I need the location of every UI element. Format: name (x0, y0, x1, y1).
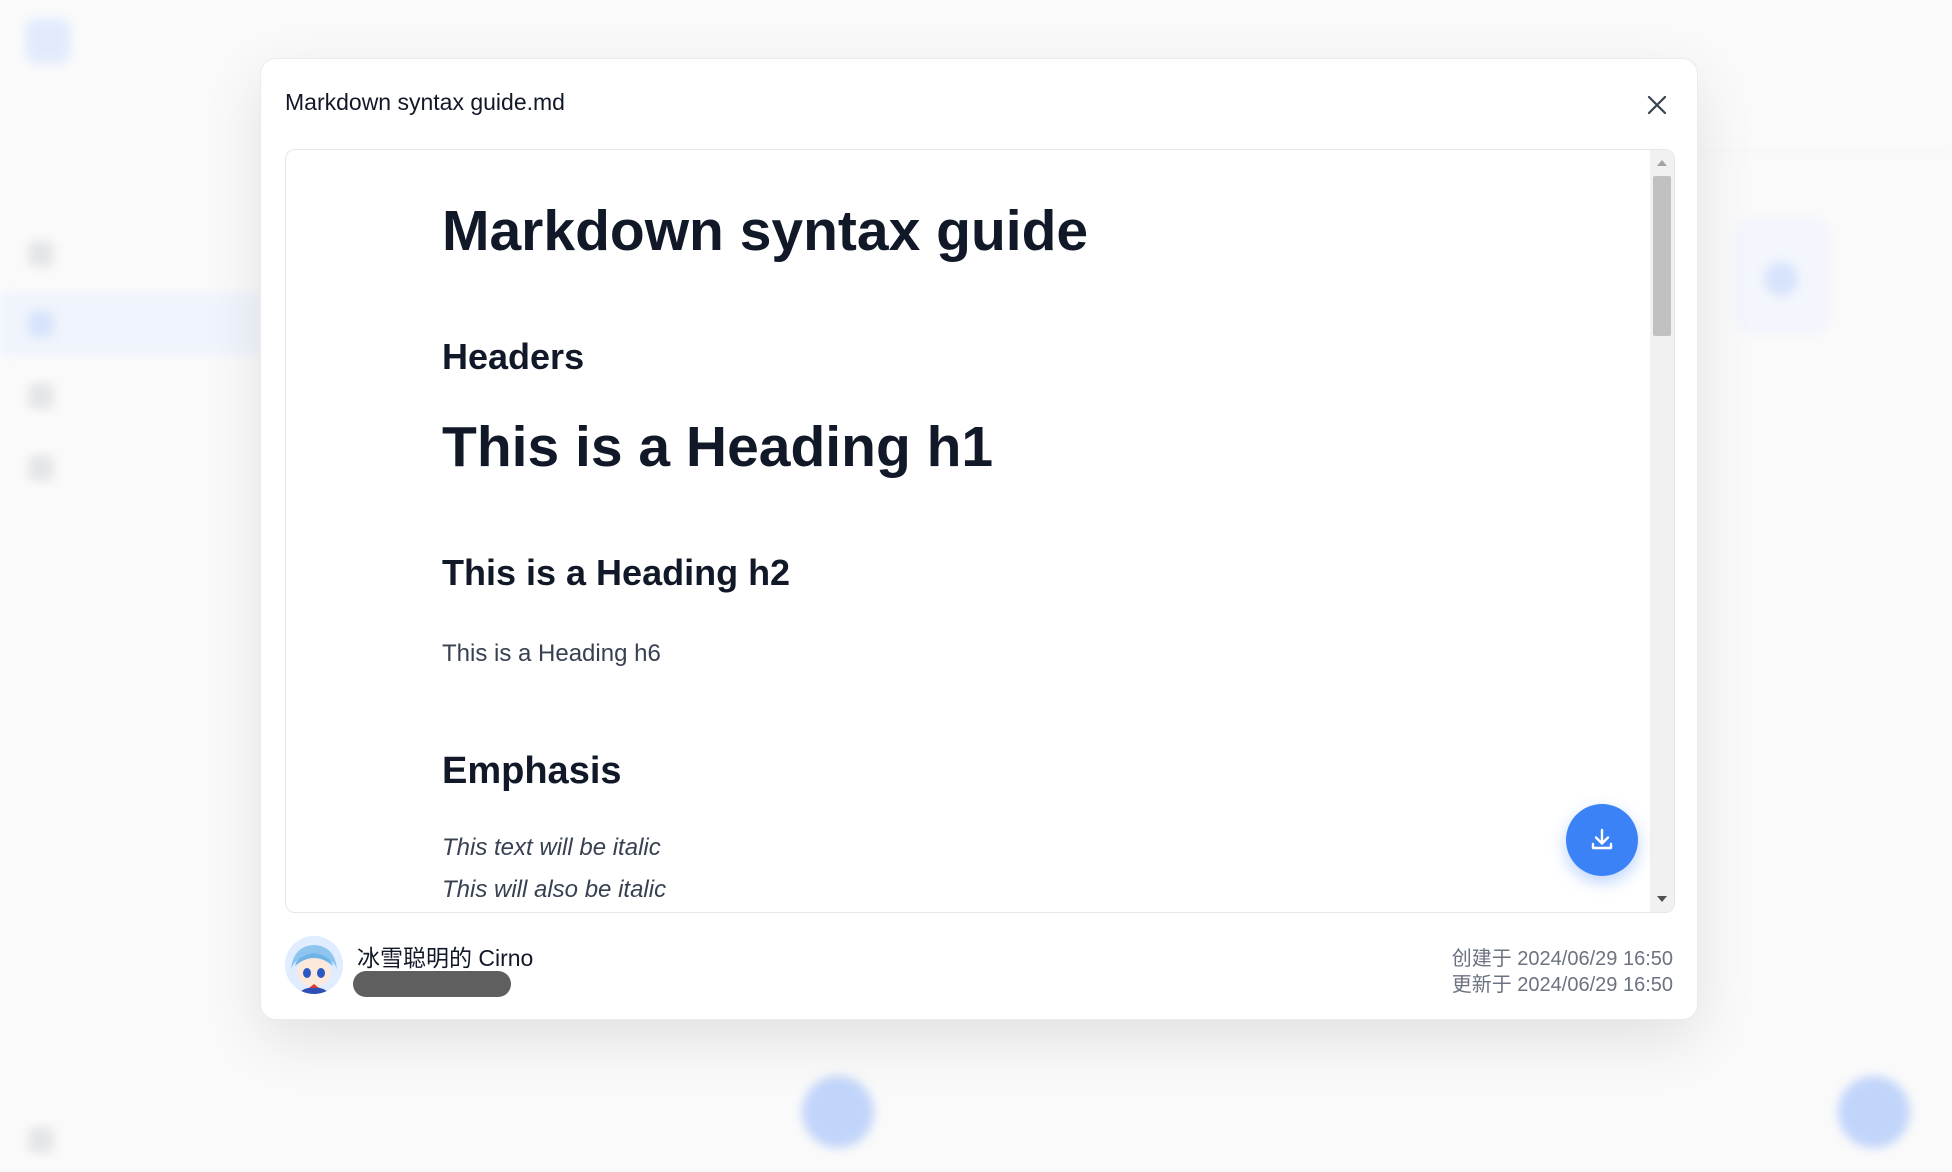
bg-sidebar-item-4 (0, 436, 260, 500)
scroll-down-arrow-icon[interactable] (1650, 888, 1674, 910)
section-headers: Headers (442, 336, 585, 377)
updated-time: 更新于 2024/06/29 16:50 (1451, 974, 1673, 996)
download-icon (1591, 828, 1613, 850)
vertical-scrollbar[interactable] (1650, 150, 1674, 912)
section-emphasis: Emphasis (442, 750, 622, 792)
modal-title: Markdown syntax guide.md (285, 89, 565, 115)
bg-fab-right (1838, 1076, 1910, 1148)
bg-sidebar-item-3 (0, 364, 260, 428)
bg-sidebar-item-bottom (0, 1108, 260, 1172)
created-time: 创建于 2024/06/29 16:50 (1451, 948, 1673, 970)
close-icon (1647, 95, 1667, 115)
heading-h1: This is a Heading h1 (442, 415, 994, 479)
close-button[interactable] (1637, 85, 1677, 125)
italic-text-2: This will also be italic (442, 876, 667, 903)
italic-text-1: This text will be italic (442, 834, 661, 861)
scroll-thumb[interactable] (1653, 176, 1671, 336)
avatar[interactable] (285, 936, 343, 994)
bg-sidebar-item-2 (0, 292, 260, 356)
bg-sidebar-item-1 (0, 222, 260, 286)
doc-title: Markdown syntax guide (442, 199, 1089, 263)
file-preview-modal: Markdown syntax guide.md Markdown syntax… (260, 58, 1698, 1020)
author-name: 冰雪聪明的 Cirno (357, 945, 534, 971)
download-button[interactable] (1566, 804, 1638, 876)
heading-h2: This is a Heading h2 (442, 552, 791, 593)
bg-file-icon (1736, 220, 1828, 332)
scroll-up-arrow-icon[interactable] (1650, 152, 1674, 174)
heading-h6: This is a Heading h6 (442, 640, 661, 667)
bg-fab-left (802, 1076, 874, 1148)
app-logo (25, 18, 71, 64)
markdown-viewer[interactable]: Markdown syntax guide Headers This is a … (285, 149, 1675, 913)
author-tag-redacted (353, 971, 511, 997)
bg-divider (1690, 150, 1952, 152)
